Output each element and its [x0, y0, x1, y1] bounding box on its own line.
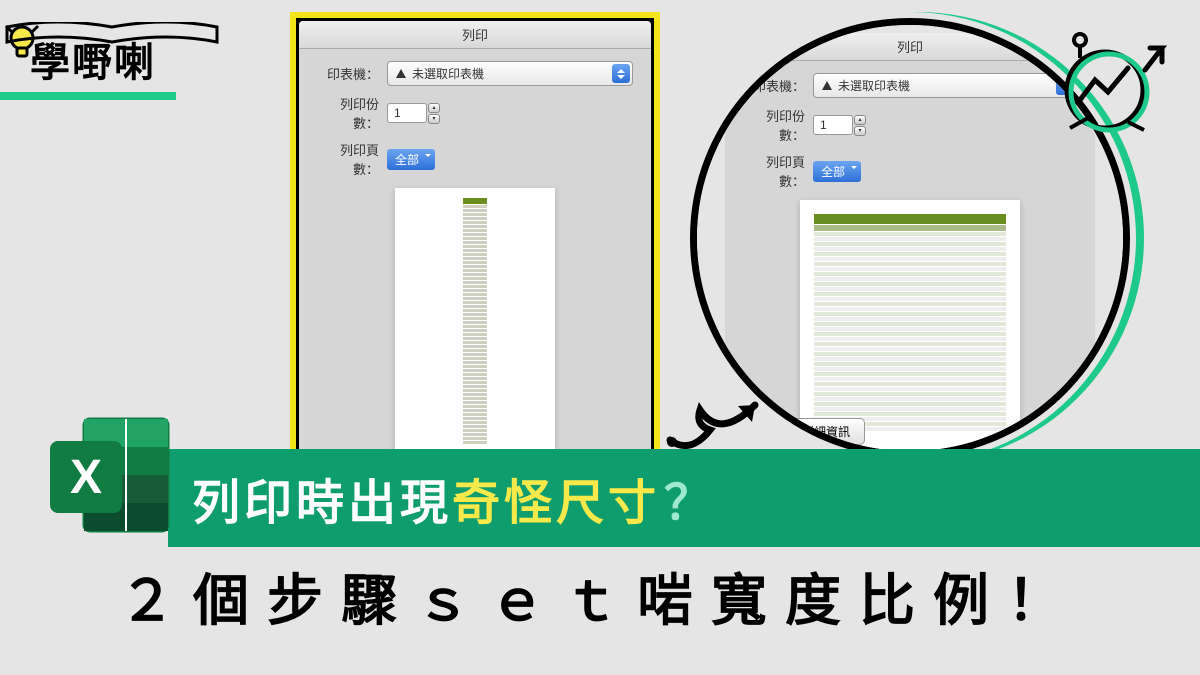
print-dialog-after: 列印 印表機： 未選取印表機 列印份數： 1: [725, 33, 1095, 453]
printer-value: 未選取印表機: [412, 65, 484, 82]
printer-dropdown[interactable]: 未選取印表機: [387, 61, 633, 86]
headline-part2: 奇怪尺寸: [452, 463, 660, 533]
subheadline: ２個步驟ｓｅｔ啱寬度比例！: [0, 556, 1200, 637]
dialog-title: 列印: [299, 21, 651, 49]
stepper-icon[interactable]: ▴▾: [428, 103, 440, 123]
print-preview-narrow: [395, 188, 555, 478]
headline-part1: 列印時出現: [192, 463, 452, 533]
stock-growth-icon: [1050, 30, 1170, 140]
copies-input[interactable]: 1 ▴▾: [387, 103, 427, 123]
excel-icon: X: [40, 405, 180, 545]
learn-badge-text: 學嘢喇: [30, 41, 156, 85]
pages-label: 列印頁數：: [317, 140, 379, 178]
badge-underline: [0, 92, 176, 100]
print-dialog-before: 列印 印表機： 未選取印表機 列印份數： 1 ▴▾ 列印頁數： 全部: [290, 12, 660, 492]
warning-icon: [396, 69, 406, 78]
pages-dropdown[interactable]: 全部: [387, 149, 435, 170]
copies-label: 列印份數：: [743, 106, 805, 144]
svg-text:X: X: [70, 451, 102, 504]
headline-banner: 列印時出現 奇怪尺寸 ？: [168, 449, 1200, 547]
headline-question-mark: ？: [664, 463, 712, 533]
transition-arrow-icon: [660, 370, 780, 460]
dropdown-arrow-icon: [612, 64, 630, 83]
printer-label: 印表機：: [317, 64, 379, 83]
pages-dropdown[interactable]: 全部: [813, 161, 861, 182]
printer-value: 未選取印表機: [838, 77, 910, 94]
pages-label: 列印頁數：: [743, 152, 805, 190]
cancel-button[interactable]: 取消: [1029, 418, 1083, 445]
learn-badge: 學嘢喇: [30, 30, 156, 88]
printer-dropdown[interactable]: 未選取印表機: [813, 73, 1077, 98]
stepper-icon[interactable]: ▴▾: [854, 115, 866, 135]
printer-label: 印表機：: [743, 76, 805, 95]
dialog-title: 列印: [725, 33, 1095, 61]
copies-label: 列印份數：: [317, 94, 379, 132]
warning-icon: [822, 81, 832, 90]
copies-input[interactable]: 1 ▴▾: [813, 115, 853, 135]
subheadline-text: ２個步驟ｓｅｔ啱寬度比例！: [119, 569, 1081, 632]
